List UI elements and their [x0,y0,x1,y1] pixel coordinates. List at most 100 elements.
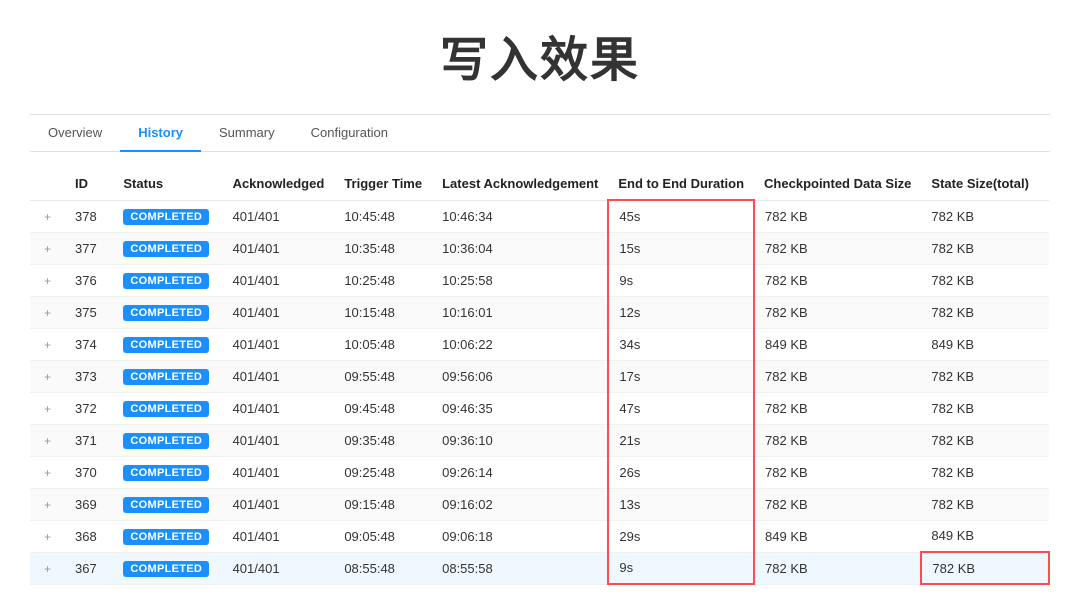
state-size-cell: 782 KB [921,552,1049,584]
status-cell: COMPLETED [113,424,222,456]
expand-icon[interactable]: + [40,210,55,224]
state-size-cell: 782 KB [921,296,1049,328]
latest-ack-cell: 10:16:01 [432,296,608,328]
id-cell: 373 [65,360,113,392]
latest-ack-cell: 08:55:58 [432,552,608,584]
checkpoint-size-cell: 782 KB [754,200,921,232]
latest-ack-cell: 10:36:04 [432,232,608,264]
acknowledged-cell: 401/401 [223,232,335,264]
expand-cell[interactable]: + [30,232,65,264]
checkpoint-size-cell: 782 KB [754,264,921,296]
expand-icon[interactable]: + [40,498,55,512]
latest-ack-cell: 09:06:18 [432,520,608,552]
table-row: +376COMPLETED401/40110:25:4810:25:589s78… [30,264,1049,296]
page-title: 写入效果 [30,20,1050,90]
expand-cell[interactable]: + [30,424,65,456]
id-cell: 371 [65,424,113,456]
state-size-cell: 782 KB [921,424,1049,456]
status-badge: COMPLETED [123,273,209,289]
page-wrapper: 写入效果 Overview History Summary Configurat… [0,0,1080,615]
status-cell: COMPLETED [113,520,222,552]
expand-icon[interactable]: + [40,306,55,320]
expand-cell[interactable]: + [30,392,65,424]
table-row: +378COMPLETED401/40110:45:4810:46:3445s7… [30,200,1049,232]
expand-icon[interactable]: + [40,530,55,544]
trigger-time-cell: 10:05:48 [334,328,432,360]
acknowledged-cell: 401/401 [223,552,335,584]
table-row: +372COMPLETED401/40109:45:4809:46:3547s7… [30,392,1049,424]
status-badge: COMPLETED [123,433,209,449]
id-cell: 377 [65,232,113,264]
table-row: +369COMPLETED401/40109:15:4809:16:0213s7… [30,488,1049,520]
expand-icon[interactable]: + [40,274,55,288]
tab-history[interactable]: History [120,115,201,152]
status-badge: COMPLETED [123,209,209,225]
acknowledged-cell: 401/401 [223,424,335,456]
status-cell: COMPLETED [113,296,222,328]
id-cell: 367 [65,552,113,584]
trigger-time-cell: 09:55:48 [334,360,432,392]
col-expand-header [30,168,65,200]
expand-icon[interactable]: + [40,338,55,352]
expand-icon[interactable]: + [40,402,55,416]
acknowledged-cell: 401/401 [223,296,335,328]
expand-cell[interactable]: + [30,552,65,584]
tab-overview[interactable]: Overview [30,115,120,152]
history-table-container: ID Status Acknowledged Trigger Time Late… [30,168,1050,585]
checkpoint-size-cell: 782 KB [754,456,921,488]
col-status-header: Status [113,168,222,200]
checkpoint-size-cell: 782 KB [754,424,921,456]
expand-cell[interactable]: + [30,360,65,392]
status-cell: COMPLETED [113,392,222,424]
status-cell: COMPLETED [113,328,222,360]
expand-cell[interactable]: + [30,456,65,488]
status-badge: COMPLETED [123,241,209,257]
latest-ack-cell: 10:06:22 [432,328,608,360]
state-size-cell: 782 KB [921,200,1049,232]
state-size-cell: 782 KB [921,392,1049,424]
acknowledged-cell: 401/401 [223,488,335,520]
col-id-header: ID [65,168,113,200]
checkpoint-size-cell: 849 KB [754,520,921,552]
e2e-duration-cell: 29s [608,520,754,552]
expand-icon[interactable]: + [40,434,55,448]
acknowledged-cell: 401/401 [223,520,335,552]
e2e-duration-cell: 45s [608,200,754,232]
latest-ack-cell: 09:46:35 [432,392,608,424]
tab-bar: Overview History Summary Configuration [30,115,1050,152]
expand-cell[interactable]: + [30,296,65,328]
expand-cell[interactable]: + [30,488,65,520]
status-cell: COMPLETED [113,456,222,488]
table-row: +373COMPLETED401/40109:55:4809:56:0617s7… [30,360,1049,392]
latest-ack-cell: 09:36:10 [432,424,608,456]
expand-icon[interactable]: + [40,562,55,576]
table-header-row: ID Status Acknowledged Trigger Time Late… [30,168,1049,200]
status-badge: COMPLETED [123,369,209,385]
expand-cell[interactable]: + [30,264,65,296]
checkpoint-size-cell: 782 KB [754,488,921,520]
expand-icon[interactable]: + [40,466,55,480]
expand-cell[interactable]: + [30,520,65,552]
status-badge: COMPLETED [123,401,209,417]
trigger-time-cell: 10:25:48 [334,264,432,296]
expand-cell[interactable]: + [30,328,65,360]
acknowledged-cell: 401/401 [223,328,335,360]
col-e2e-header: End to End Duration [608,168,754,200]
expand-icon[interactable]: + [40,370,55,384]
expand-icon[interactable]: + [40,242,55,256]
latest-ack-cell: 10:46:34 [432,200,608,232]
state-size-cell: 782 KB [921,456,1049,488]
tab-configuration[interactable]: Configuration [293,115,406,152]
latest-ack-cell: 09:16:02 [432,488,608,520]
expand-cell[interactable]: + [30,200,65,232]
checkpoint-size-cell: 782 KB [754,360,921,392]
tab-summary[interactable]: Summary [201,115,293,152]
e2e-duration-cell: 21s [608,424,754,456]
table-row: +374COMPLETED401/40110:05:4810:06:2234s8… [30,328,1049,360]
id-cell: 378 [65,200,113,232]
trigger-time-cell: 08:55:48 [334,552,432,584]
status-cell: COMPLETED [113,232,222,264]
state-size-cell: 782 KB [921,360,1049,392]
e2e-duration-cell: 17s [608,360,754,392]
e2e-duration-cell: 15s [608,232,754,264]
